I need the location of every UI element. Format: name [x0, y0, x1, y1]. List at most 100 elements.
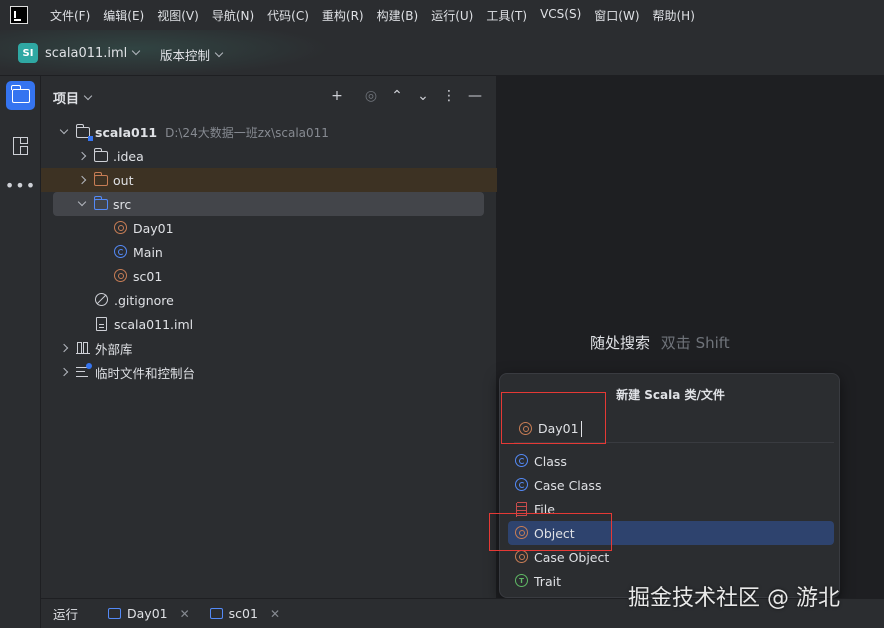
scratches-icon [75, 363, 92, 380]
chevron-down-icon[interactable] [77, 197, 87, 209]
vcs-label: 版本控制 [160, 48, 211, 63]
close-icon[interactable]: ✕ [180, 607, 190, 621]
menu-code[interactable]: 代码(C) [267, 7, 309, 24]
panel-header: 项目 + ◎ ⌃ ⌄ ⋮ — [41, 76, 497, 116]
tree-item-label: scala011 [95, 124, 158, 140]
hide-icon[interactable]: — [465, 86, 485, 106]
search-everywhere-hint: 随处搜索 双击 Shift [590, 332, 730, 353]
collapse-all-icon[interactable]: ⌄ [413, 86, 433, 106]
run-title[interactable]: 运行 [53, 604, 78, 623]
kind-option-label: Case Object [534, 549, 610, 565]
menu-navigate[interactable]: 导航(N) [212, 7, 254, 24]
console-icon [108, 608, 122, 619]
menu-vcs[interactable]: VCS(S) [540, 7, 581, 24]
menu-edit[interactable]: 编辑(E) [103, 7, 144, 24]
kind-option-case-class[interactable]: Case Class [508, 473, 834, 497]
kind-option-class[interactable]: Class [508, 449, 834, 473]
options-icon[interactable]: ⋮ [439, 86, 459, 106]
new-file-icon[interactable]: + [327, 86, 347, 106]
run-tab-sc01[interactable]: sc01 ✕ [209, 606, 280, 621]
project-panel: 项目 + ◎ ⌃ ⌄ ⋮ — scala011 D:\24大数据一班zx\sca… [41, 76, 497, 598]
more-tools-button[interactable]: ••• [4, 171, 37, 200]
chevron-right-icon[interactable] [77, 151, 87, 161]
project-switcher[interactable]: SI scala011.iml [18, 43, 141, 63]
module-folder-icon [75, 124, 93, 141]
tree-item-out[interactable]: out [41, 168, 497, 192]
menu-tools[interactable]: 工具(T) [486, 7, 527, 24]
menu-bar: 文件(F) 编辑(E) 视图(V) 导航(N) 代码(C) 重构(R) 构建(B… [0, 0, 884, 30]
module-file-icon [94, 316, 110, 332]
tree-item-label: scala011.iml [114, 316, 194, 332]
tree-item-label: src [113, 196, 132, 212]
chevron-down-icon [214, 48, 224, 57]
project-tool-button[interactable] [6, 81, 35, 110]
kind-option-label: Trait [534, 573, 561, 589]
menu-refactor[interactable]: 重构(R) [322, 7, 364, 24]
folder-icon [93, 148, 109, 164]
search-hint-label: 随处搜索 [590, 334, 651, 352]
annotation-box-object [489, 513, 612, 551]
more-horizontal-icon: ••• [4, 175, 37, 195]
excluded-folder-icon [93, 172, 109, 188]
menu-help[interactable]: 帮助(H) [653, 7, 695, 24]
vcs-widget[interactable]: 版本控制 [160, 45, 224, 64]
tree-item-root[interactable]: scala011 D:\24大数据一班zx\scala011 [41, 120, 497, 144]
chevron-down-icon[interactable] [59, 125, 69, 137]
run-tab-label: Day01 [127, 606, 168, 621]
console-icon [209, 608, 223, 619]
kind-option-label: Class [534, 453, 567, 469]
source-folder-icon [93, 196, 109, 212]
panel-toolbar: + ◎ ⌃ ⌄ ⋮ — [321, 86, 485, 106]
tree-item-main[interactable]: Main [41, 240, 497, 264]
tree-item-label: 临时文件和控制台 [95, 365, 196, 381]
tree-item-idea[interactable]: .idea [41, 144, 497, 168]
tree-item-label: Day01 [133, 220, 174, 236]
watermark: 掘金技术社区 @ 游北 [628, 586, 840, 611]
chevron-right-icon[interactable] [59, 367, 69, 377]
kind-option-label: Case Class [534, 477, 602, 493]
scala-trait-icon: T [514, 573, 530, 589]
run-tab-label: sc01 [228, 606, 258, 621]
menu-run[interactable]: 运行(U) [431, 7, 473, 24]
main-menu: 文件(F) 编辑(E) 视图(V) 导航(N) 代码(C) 重构(R) 构建(B… [50, 7, 708, 24]
chevron-down-icon [83, 91, 93, 100]
tree-item-scratches[interactable]: 临时文件和控制台 [41, 360, 497, 384]
project-name: scala011.iml [45, 45, 128, 61]
library-icon [75, 340, 91, 356]
locate-icon[interactable]: ◎ [361, 86, 381, 106]
tree-item-src[interactable]: src [53, 192, 484, 216]
menu-build[interactable]: 构建(B) [377, 7, 419, 24]
chevron-right-icon[interactable] [77, 175, 87, 185]
tree-item-label: out [113, 172, 134, 188]
tool-window-stripe: ••• [0, 76, 41, 628]
chevron-down-icon [132, 46, 141, 56]
scala-class-icon [113, 244, 129, 260]
tree-item-label: 外部库 [95, 341, 133, 357]
tree-item-sc01[interactable]: sc01 [41, 264, 497, 288]
menu-view[interactable]: 视图(V) [157, 7, 199, 24]
title-bar: SI scala011.iml 版本控制 [0, 30, 884, 76]
tree-item-path: D:\24大数据一班zx\scala011 [165, 125, 329, 140]
tree-item-label: .gitignore [114, 292, 174, 308]
project-badge: SI [18, 43, 38, 63]
intellij-logo-icon[interactable] [10, 6, 28, 24]
expand-all-icon[interactable]: ⌃ [387, 86, 407, 106]
tree-item-label: Main [133, 244, 163, 260]
scala-case-class-icon [514, 477, 530, 493]
structure-tool-button[interactable] [6, 131, 35, 160]
tree-item-gitignore[interactable]: .gitignore [41, 288, 497, 312]
tree-item-iml[interactable]: scala011.iml [41, 312, 497, 336]
tree-item-external-libraries[interactable]: 外部库 [41, 336, 497, 360]
tree-item-label: sc01 [133, 268, 163, 284]
project-view-selector[interactable]: 项目 [53, 88, 93, 107]
tree-item-day01[interactable]: Day01 [41, 216, 497, 240]
chevron-right-icon[interactable] [59, 343, 69, 353]
run-tab-day01[interactable]: Day01 ✕ [108, 606, 190, 621]
menu-window[interactable]: 窗口(W) [594, 7, 639, 24]
menu-file[interactable]: 文件(F) [50, 7, 90, 24]
scala-case-object-icon [514, 549, 530, 565]
search-hint-shortcut: 双击 Shift [660, 334, 730, 352]
scala-class-icon [514, 453, 530, 469]
close-icon[interactable]: ✕ [270, 607, 280, 621]
scala-object-icon [113, 268, 129, 284]
